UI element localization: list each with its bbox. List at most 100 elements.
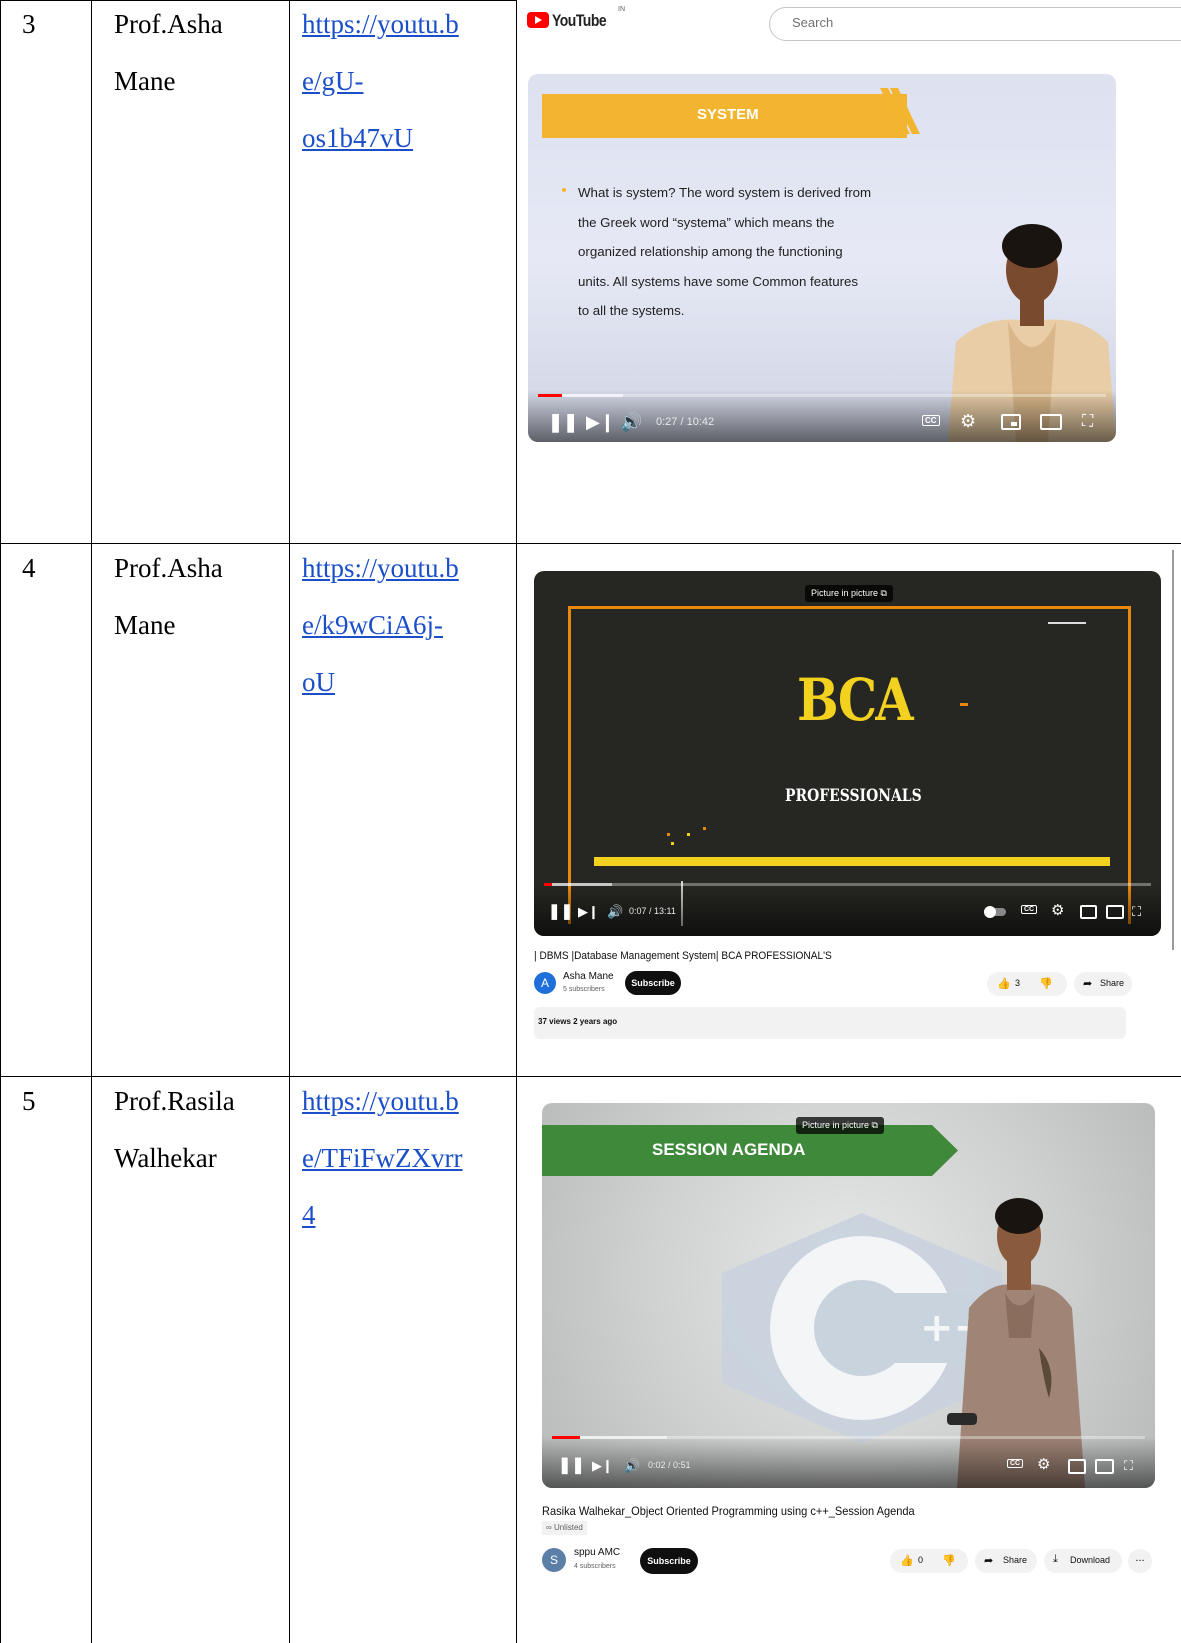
- video-link-line[interactable]: os1b47vU: [302, 110, 459, 167]
- video-title: | DBMS |Database Management System| BCA …: [534, 950, 832, 962]
- miniplayer-icon[interactable]: [1001, 414, 1021, 430]
- cc-icon[interactable]: CC: [1021, 905, 1038, 914]
- next-icon[interactable]: ▶❙: [592, 1456, 613, 1476]
- instructor-name: Prof.Rasila Walhekar: [114, 1073, 235, 1187]
- video-link[interactable]: https://youtu.b e/k9wCiA6j- oU: [302, 540, 459, 711]
- subscriber-count: 4 subscribers: [574, 1563, 616, 1570]
- download-icon: ⤓: [1053, 1553, 1058, 1565]
- fullscreen-icon[interactable]: ⛶: [1082, 412, 1093, 432]
- miniplayer-icon[interactable]: [1080, 905, 1097, 919]
- video-link-line[interactable]: https://youtu.b: [302, 540, 459, 597]
- fullscreen-icon[interactable]: ⛶: [1132, 902, 1141, 922]
- subscribe-button[interactable]: Subscribe: [625, 971, 681, 995]
- progress-bar[interactable]: [552, 1436, 1145, 1439]
- views-line: 37 views 2 years ago: [538, 1017, 618, 1026]
- slide-text-line: What is system? The word system is deriv…: [578, 185, 872, 200]
- slide-stripes: [880, 88, 920, 134]
- share-label: Share: [1100, 978, 1125, 988]
- subscribe-button[interactable]: Subscribe: [640, 1548, 698, 1574]
- table-border-col2: [289, 0, 290, 1643]
- next-icon[interactable]: ▶❙: [578, 902, 599, 922]
- fullscreen-icon[interactable]: ⛶: [1124, 1456, 1133, 1476]
- search-placeholder: Search: [792, 15, 834, 30]
- miniplayer-icon[interactable]: [1068, 1459, 1086, 1474]
- deco-line: [1048, 622, 1086, 624]
- like-icon[interactable]: 👍: [997, 977, 1011, 990]
- autoplay-toggle[interactable]: [984, 906, 1006, 918]
- theater-icon[interactable]: [1040, 414, 1062, 430]
- instructor-name-line: Mane: [114, 66, 176, 96]
- video-link-line[interactable]: e/k9wCiA6j-: [302, 597, 459, 654]
- table-border-col1: [91, 0, 92, 1643]
- settings-icon[interactable]: ⚙: [1037, 1455, 1050, 1475]
- channel-name[interactable]: Asha Mane: [563, 971, 614, 982]
- region-label: IN: [618, 6, 625, 13]
- buffer-bar: [544, 883, 612, 886]
- slide-text-line: the Greek word “systema” which means the: [578, 214, 835, 230]
- bca-subtitle: PROFESSIONALS: [785, 786, 922, 806]
- theater-icon[interactable]: [1095, 1459, 1114, 1474]
- like-count: 3: [1015, 978, 1021, 988]
- instructor-name: Prof.Asha Mane: [114, 0, 223, 110]
- time-display: 0:07 / 13:11: [629, 906, 676, 916]
- unlisted-icon: ∞: [546, 1523, 552, 1532]
- progress-bar[interactable]: [544, 883, 1151, 886]
- share-button[interactable]: ➦ Share: [1074, 972, 1132, 996]
- player-controls: ❚❚ ▶❙ 🔊 0:07 / 13:11 CC ⚙ ⛶: [534, 883, 1161, 936]
- cc-icon[interactable]: CC: [922, 415, 940, 426]
- like-icon[interactable]: 👍: [900, 1554, 914, 1567]
- settings-icon[interactable]: ⚙: [1051, 901, 1064, 921]
- slide-body: What is system? The word system is deriv…: [578, 178, 871, 326]
- bca-title: BCA: [797, 666, 914, 734]
- avatar[interactable]: S: [542, 1548, 566, 1572]
- description-box[interactable]: 37 views 2 years ago: [534, 1007, 1126, 1039]
- volume-icon[interactable]: 🔊: [620, 412, 642, 432]
- download-button[interactable]: ⤓ Download: [1044, 1549, 1122, 1573]
- row-number: 5: [22, 1086, 36, 1116]
- video-player[interactable]: SYSTEM What is system? The word system i…: [528, 74, 1116, 442]
- video-link-line[interactable]: https://youtu.b: [302, 1073, 462, 1130]
- video-link-line[interactable]: e/gU-: [302, 53, 459, 110]
- video-link-line[interactable]: e/TFiFwZXvrr: [302, 1130, 462, 1187]
- search-input[interactable]: Search: [769, 7, 1181, 41]
- dislike-icon[interactable]: 👎: [1039, 977, 1053, 990]
- video-player[interactable]: SESSION AGENDA Picture in picture ⧉ ++ ❚…: [542, 1103, 1155, 1488]
- pip-icon: ⧉: [871, 1120, 878, 1130]
- edge-sidebar: [1172, 550, 1174, 950]
- share-label: Share: [1003, 1555, 1028, 1565]
- video-link-line[interactable]: oU: [302, 654, 459, 711]
- volume-icon[interactable]: 🔊: [624, 1456, 640, 1476]
- orange-mark: [960, 703, 968, 706]
- theater-icon[interactable]: [1106, 905, 1124, 919]
- frame-border: [568, 606, 1131, 924]
- share-button[interactable]: ➦ Share: [975, 1549, 1037, 1573]
- pause-icon[interactable]: ❚❚: [548, 902, 573, 922]
- player-controls: ❚❚ ▶❙ 🔊 0:02 / 0:51 CC ⚙ ⛶: [542, 1436, 1155, 1488]
- video-link[interactable]: https://youtu.b e/gU- os1b47vU: [302, 0, 459, 167]
- video-screenshot: Picture in picture ⧉ BCA PROFESSIONALS ❚…: [517, 545, 1181, 1075]
- pause-icon[interactable]: ❚❚: [548, 412, 578, 432]
- time-display: 0:27 / 10:42: [656, 416, 715, 428]
- instructor-name-line: Mane: [114, 610, 176, 640]
- download-label: Download: [1070, 1555, 1111, 1565]
- avatar[interactable]: A: [534, 972, 556, 994]
- progress-bar[interactable]: [538, 394, 1106, 397]
- video-player[interactable]: Picture in picture ⧉ BCA PROFESSIONALS ❚…: [534, 571, 1161, 936]
- video-link-line[interactable]: https://youtu.b: [302, 0, 459, 53]
- volume-icon[interactable]: 🔊: [607, 902, 623, 922]
- play-logo-icon: [527, 12, 549, 28]
- cc-icon[interactable]: CC: [1007, 1459, 1024, 1468]
- next-icon[interactable]: ▶❙: [586, 412, 615, 432]
- video-link[interactable]: https://youtu.b e/TFiFwZXvrr 4: [302, 1073, 462, 1244]
- row-number: 3: [22, 9, 36, 39]
- channel-name[interactable]: sppu AMC: [574, 1547, 620, 1558]
- video-title: Rasika Walhekar_Object Oriented Programm…: [542, 1504, 915, 1518]
- settings-icon[interactable]: ⚙: [960, 411, 976, 431]
- video-link-line[interactable]: 4: [302, 1187, 462, 1244]
- video-screenshot: SESSION AGENDA Picture in picture ⧉ ++ ❚…: [517, 1078, 1181, 1643]
- pause-icon[interactable]: ❚❚: [558, 1456, 585, 1476]
- video-screenshot: YouTube IN Search SYSTEM What is system?…: [517, 1, 1181, 477]
- dislike-icon[interactable]: 👎: [942, 1554, 956, 1567]
- like-dislike-group: 👍 0 👎: [890, 1549, 968, 1573]
- more-button[interactable]: ...: [1128, 1549, 1152, 1573]
